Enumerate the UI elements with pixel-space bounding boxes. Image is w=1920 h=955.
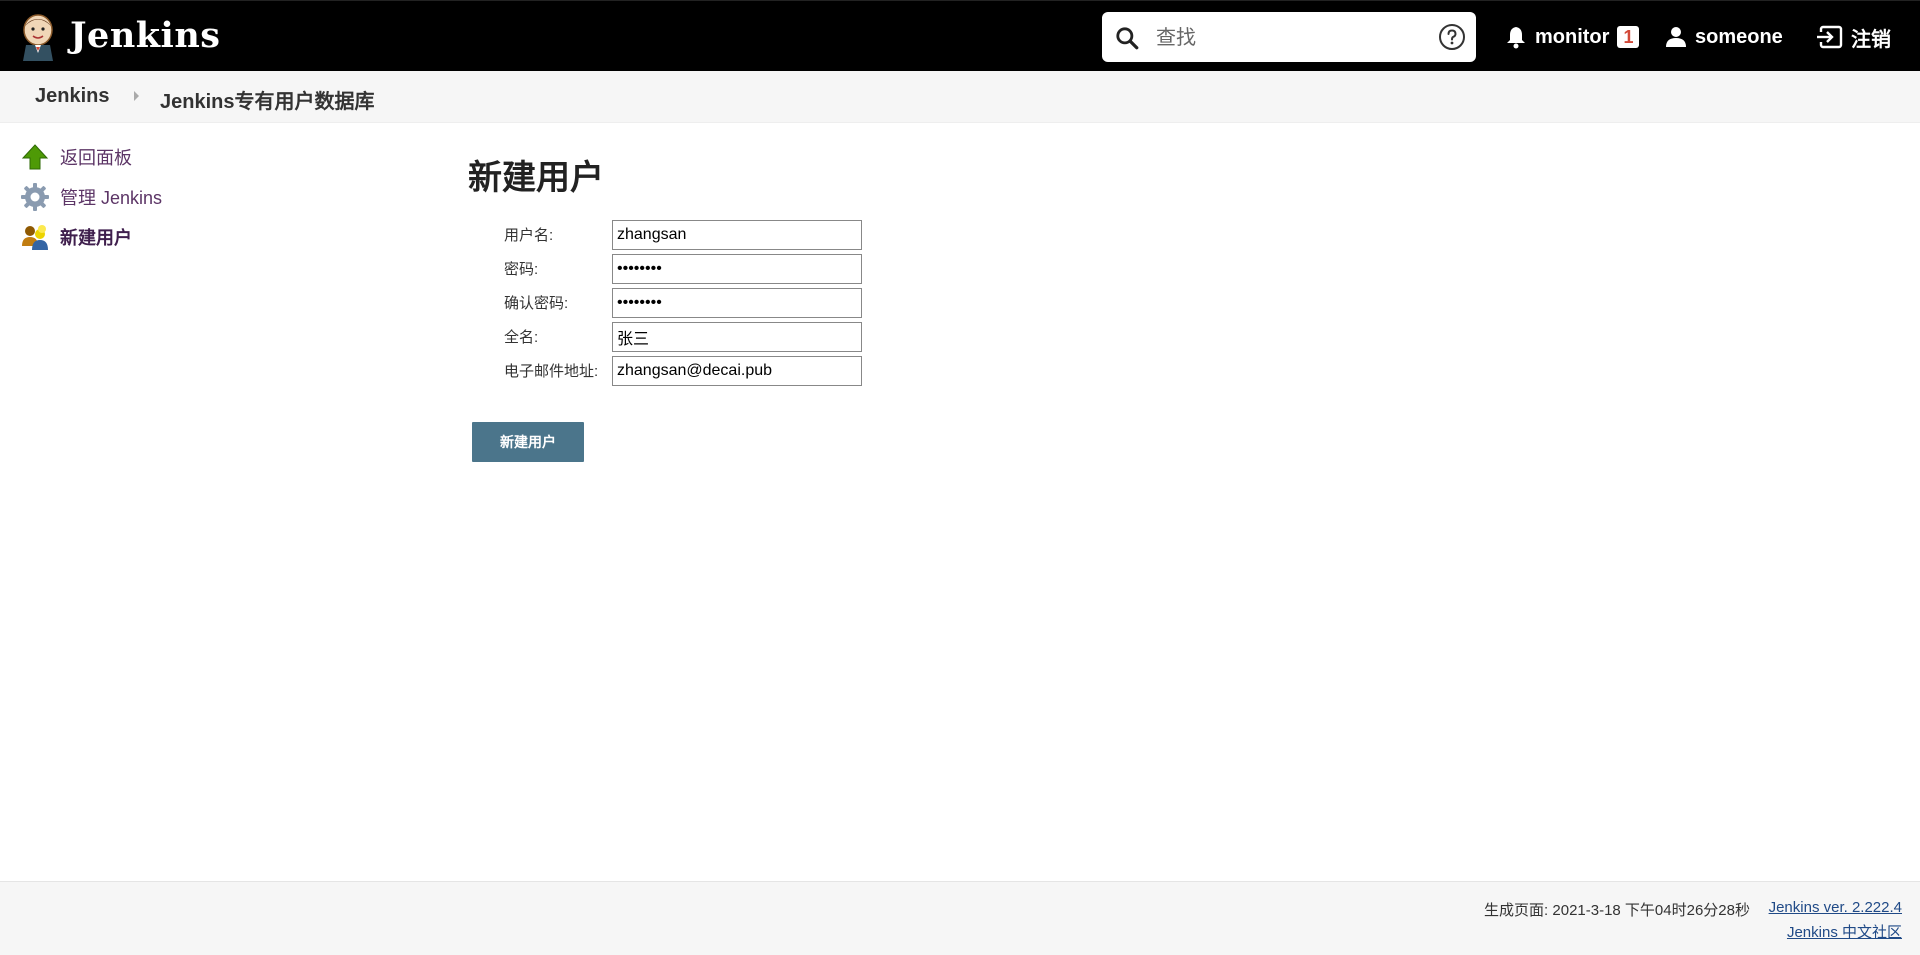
jenkins-community-link[interactable]: Jenkins 中文社区 <box>1787 921 1902 942</box>
user-menu[interactable]: someone <box>1665 21 1783 53</box>
create-user-button[interactable]: 新建用户 <box>472 422 584 462</box>
confirm-password-field[interactable] <box>612 288 862 318</box>
search-icon <box>1116 27 1139 50</box>
logout-label: 注销 <box>1851 28 1891 51</box>
jenkins-version-link[interactable]: Jenkins ver. 2.222.4 <box>1769 899 1902 916</box>
sidebar-item-label[interactable]: 新建用户 <box>60 224 132 250</box>
top-header: Jenkins monitor 1 someone <box>0 0 1920 71</box>
bell-icon <box>1507 27 1525 49</box>
jenkins-logo-icon[interactable] <box>20 13 56 61</box>
sidebar-item-back-dashboard[interactable]: 返回面板 <box>20 141 132 173</box>
logout-icon <box>1817 25 1843 49</box>
help-icon[interactable] <box>1438 23 1466 51</box>
password-label: 密码: <box>504 261 539 278</box>
monitor-label: monitor <box>1535 25 1610 48</box>
fullname-label: 全名: <box>504 329 539 346</box>
sidebar-item-manage-jenkins[interactable]: 管理 Jenkins <box>20 181 162 213</box>
user-icon <box>1666 27 1686 47</box>
breadcrumb-item-user-database[interactable]: Jenkins专有用户数据库 <box>160 85 374 114</box>
breadcrumb-separator-icon <box>134 91 139 101</box>
search-input[interactable] <box>1154 20 1418 56</box>
brand-title[interactable]: Jenkins <box>70 15 220 56</box>
user-label: someone <box>1695 25 1783 48</box>
sidebar-item-label[interactable]: 管理 Jenkins <box>60 184 162 210</box>
username-label: 用户名: <box>504 227 554 244</box>
users-icon <box>22 225 48 250</box>
monitor-notifications[interactable]: monitor 1 <box>1505 21 1640 53</box>
password-field[interactable] <box>612 254 862 284</box>
gear-icon <box>21 183 49 211</box>
email-field[interactable] <box>612 356 862 386</box>
monitor-count-badge: 1 <box>1617 26 1640 48</box>
username-field[interactable] <box>612 220 862 250</box>
logout-link[interactable]: 注销 <box>1815 21 1891 53</box>
breadcrumb-item-jenkins[interactable]: Jenkins <box>35 85 109 108</box>
sidebar-item-label[interactable]: 返回面板 <box>60 144 132 170</box>
generated-timestamp: 生成页面: 2021-3-18 下午04时26分28秒 <box>1484 902 1750 919</box>
search-box <box>1102 12 1476 62</box>
up-arrow-icon <box>21 144 49 170</box>
sidebar-item-new-user[interactable]: 新建用户 <box>20 221 132 253</box>
page-title: 新建用户 <box>468 159 604 197</box>
fullname-field[interactable] <box>612 322 862 352</box>
confirm-password-label: 确认密码: <box>504 295 569 312</box>
footer: 生成页面: 2021-3-18 下午04时26分28秒 Jenkins ver.… <box>0 881 1920 955</box>
email-label: 电子邮件地址: <box>504 363 599 380</box>
breadcrumb: Jenkins Jenkins专有用户数据库 <box>0 71 1920 123</box>
